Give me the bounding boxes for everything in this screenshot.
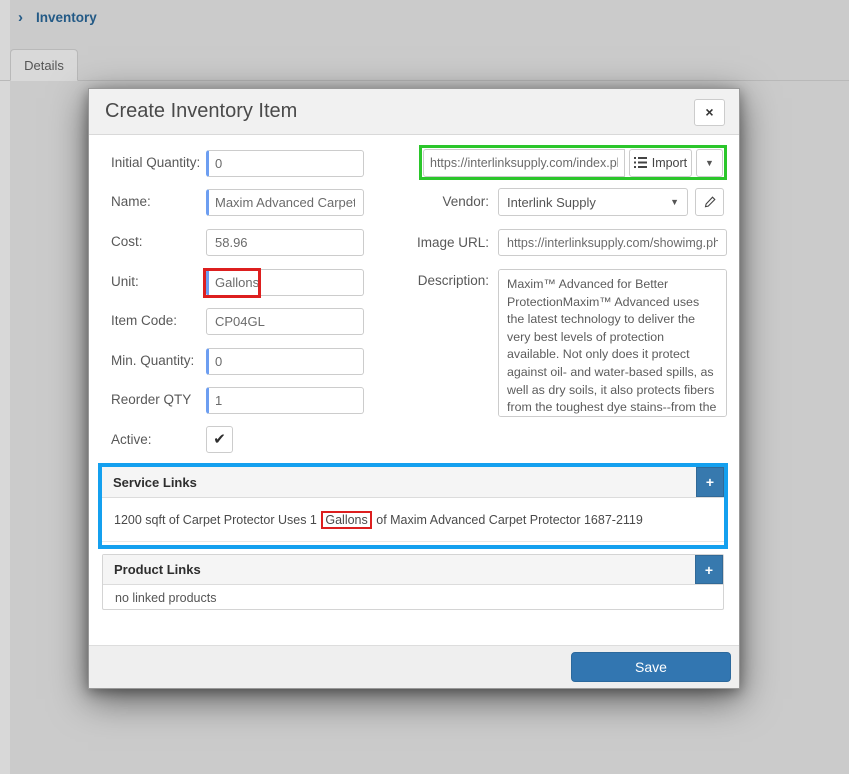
vendor-label: Vendor: — [433, 194, 489, 209]
name-input[interactable] — [206, 189, 364, 216]
modal-header: Create Inventory Item × — [89, 89, 739, 135]
service-link-gallons-highlight: Gallons — [321, 511, 371, 529]
service-link-text-prefix: 1200 sqft of Carpet Protector Uses 1 — [114, 513, 317, 527]
import-url-input[interactable] — [423, 149, 625, 177]
import-button-label: Import — [652, 156, 687, 170]
vendor-selected-value: Interlink Supply — [507, 195, 596, 210]
service-link-row: 1200 sqft of Carpet Protector Uses 1 Gal… — [102, 498, 724, 542]
image-url-input[interactable] — [498, 229, 727, 256]
item-code-label: Item Code: — [111, 313, 177, 328]
breadcrumb-inventory[interactable]: Inventory — [36, 10, 97, 25]
tab-details[interactable]: Details — [10, 49, 78, 81]
product-links-header: Product Links + — [103, 555, 723, 585]
breadcrumb[interactable]: › Inventory — [18, 9, 97, 26]
add-product-link-button[interactable]: + — [695, 555, 723, 584]
active-label: Active: — [111, 432, 152, 447]
import-url-highlight-box: Import ▼ — [419, 145, 727, 180]
product-links-panel: Product Links + no linked products — [102, 554, 724, 610]
initial-quantity-label: Initial Quantity: — [111, 155, 200, 170]
service-links-title: Service Links — [113, 475, 197, 490]
unit-input[interactable] — [206, 269, 364, 296]
modal-footer: Save — [89, 645, 739, 688]
min-quantity-input[interactable] — [206, 348, 364, 375]
chevron-right-icon: › — [18, 9, 23, 26]
page-left-strip — [0, 0, 10, 774]
import-button[interactable]: Import — [629, 149, 692, 177]
vendor-select[interactable]: Interlink Supply ▼ — [498, 188, 688, 216]
product-links-empty-text: no linked products — [103, 585, 723, 610]
add-service-link-button[interactable]: + — [696, 467, 724, 497]
description-textarea[interactable]: Maxim™ Advanced for Better ProtectionMax… — [498, 269, 727, 417]
chevron-down-icon: ▼ — [670, 197, 679, 207]
close-button[interactable]: × — [694, 99, 725, 126]
min-quantity-label: Min. Quantity: — [111, 353, 194, 368]
active-checkbox[interactable]: ✔ — [206, 426, 233, 453]
cost-label: Cost: — [111, 234, 143, 249]
unit-label: Unit: — [111, 274, 139, 289]
reorder-qty-input[interactable] — [206, 387, 364, 414]
name-label: Name: — [111, 194, 151, 209]
product-links-title: Product Links — [114, 562, 201, 577]
pencil-icon — [704, 196, 716, 208]
tab-bar: Details — [0, 49, 849, 81]
cost-input[interactable] — [206, 229, 364, 256]
image-url-label: Image URL: — [416, 235, 489, 250]
reorder-qty-label: Reorder QTY — [111, 392, 191, 407]
initial-quantity-input[interactable] — [206, 150, 364, 177]
service-links-panel: Service Links + 1200 sqft of Carpet Prot… — [98, 463, 728, 549]
service-links-header: Service Links + — [102, 467, 724, 498]
list-icon — [634, 157, 647, 168]
chevron-down-icon: ▼ — [705, 158, 714, 168]
vendor-edit-button[interactable] — [695, 188, 724, 216]
create-inventory-item-modal: Create Inventory Item × Initial Quantity… — [88, 88, 740, 689]
import-dropdown-button[interactable]: ▼ — [696, 149, 723, 177]
description-label: Description: — [411, 273, 489, 288]
save-button[interactable]: Save — [571, 652, 731, 682]
checkmark-icon: ✔ — [213, 431, 226, 448]
item-code-input[interactable] — [206, 308, 364, 335]
service-link-text-suffix: of Maxim Advanced Carpet Protector 1687-… — [376, 513, 643, 527]
modal-title: Create Inventory Item — [105, 100, 297, 123]
